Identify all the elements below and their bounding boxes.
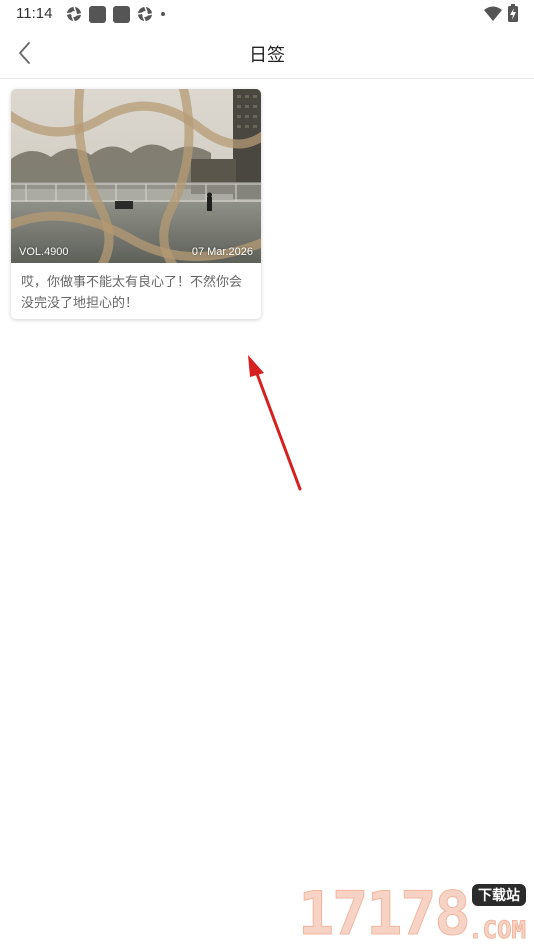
aperture-icon (66, 6, 82, 22)
wifi-icon (484, 6, 502, 21)
status-bar: 11:14 (0, 0, 534, 28)
status-icons-left (66, 5, 166, 23)
app-square-icon (113, 5, 130, 23)
card-photo: VOL.4900 07 Mar.2026 (11, 89, 261, 263)
card-photo-image (11, 89, 261, 263)
watermark-logo: 17178 下载站 .COM (298, 879, 527, 949)
dot-icon (161, 12, 165, 16)
status-icons-right (484, 4, 518, 22)
watermark-digits: 17178 (298, 879, 472, 949)
card-date-label: 07 Mar.2026 (191, 246, 253, 258)
daily-card[interactable]: VOL.4900 07 Mar.2026 哎，你做事不能太有良心了！不然你会没完… (11, 89, 261, 319)
status-time: 11:14 (16, 5, 53, 22)
aperture-icon (137, 6, 153, 22)
app-square-icon (89, 5, 106, 23)
watermark-tag: 下载站 (472, 884, 526, 906)
card-quote-text: 哎，你做事不能太有良心了！不然你会没完没了地担心的！ (21, 274, 243, 310)
watermark-domain: .COM (468, 916, 527, 945)
battery-charging-icon (508, 4, 518, 22)
annotation-arrow-icon (248, 355, 302, 491)
nav-bar: 日签 (0, 28, 534, 79)
card-vol-label: VOL.4900 (19, 246, 69, 258)
page-title: 日签 (249, 45, 285, 65)
